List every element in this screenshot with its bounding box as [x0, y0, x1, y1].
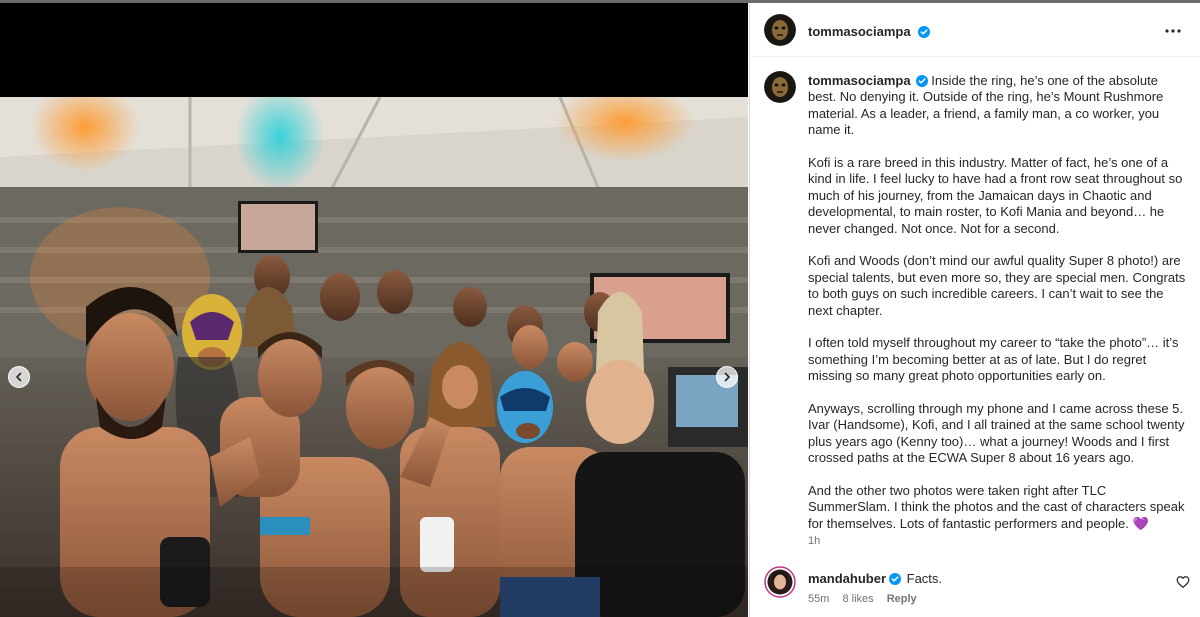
post-caption: tommasociampa Inside the ring, he’s one …	[808, 73, 1188, 549]
comment: mandahuber Facts.	[808, 571, 942, 586]
author-avatar[interactable]	[764, 14, 796, 46]
post-header: tommasociampa	[750, 3, 1200, 57]
reply-button[interactable]: Reply	[887, 593, 917, 605]
comment-meta: 55m 8 likes Reply	[808, 593, 927, 605]
commenter-avatar[interactable]	[764, 566, 796, 598]
caption-author-avatar[interactable]	[764, 71, 796, 103]
avatar-image	[764, 14, 796, 46]
chevron-left-icon	[16, 372, 22, 382]
avatar-image	[764, 71, 796, 103]
comment-like-button[interactable]	[1176, 575, 1190, 589]
heart-icon	[1176, 576, 1190, 588]
post-side-panel: tommasociampa tommasociampa Inside the r…	[749, 3, 1200, 617]
verified-badge-icon	[918, 26, 931, 38]
verified-badge-icon	[915, 75, 928, 87]
comment-likes-count[interactable]: 8 likes	[842, 593, 873, 605]
caption-paragraph: And the other two photos were taken righ…	[808, 483, 1185, 531]
verified-badge-icon	[889, 573, 902, 585]
caption-paragraph: I often told myself throughout my career…	[808, 335, 1179, 384]
commenter-username[interactable]: mandahuber	[808, 571, 886, 586]
caption-paragraph: Kofi is a rare breed in this industry. M…	[808, 155, 1183, 236]
caption-timestamp[interactable]: 1h	[808, 535, 820, 547]
caption-paragraph: Kofi and Woods (don’t mind our awful qua…	[808, 253, 1186, 318]
comment-text: Facts.	[906, 571, 943, 586]
comment-timestamp[interactable]: 55m	[808, 593, 829, 605]
caption-paragraph: tommasociampa Inside the ring, he’s one …	[808, 73, 1188, 139]
author-name-row: tommasociampa	[808, 23, 931, 41]
next-photo-button[interactable]	[716, 366, 738, 388]
chevron-right-icon	[724, 372, 730, 382]
caption-paragraph: Anyways, scrolling through my phone and …	[808, 401, 1185, 466]
author-username[interactable]: tommasociampa	[808, 24, 911, 39]
group-photo-illustration	[0, 97, 748, 617]
more-options-button[interactable]	[1161, 19, 1185, 43]
post-photo[interactable]	[0, 97, 748, 617]
caption-author-username[interactable]: tommasociampa	[808, 73, 911, 88]
more-options-icon	[1165, 29, 1181, 33]
post-media-pane	[0, 3, 748, 617]
avatar-image	[764, 566, 796, 598]
previous-photo-button[interactable]	[8, 366, 30, 388]
